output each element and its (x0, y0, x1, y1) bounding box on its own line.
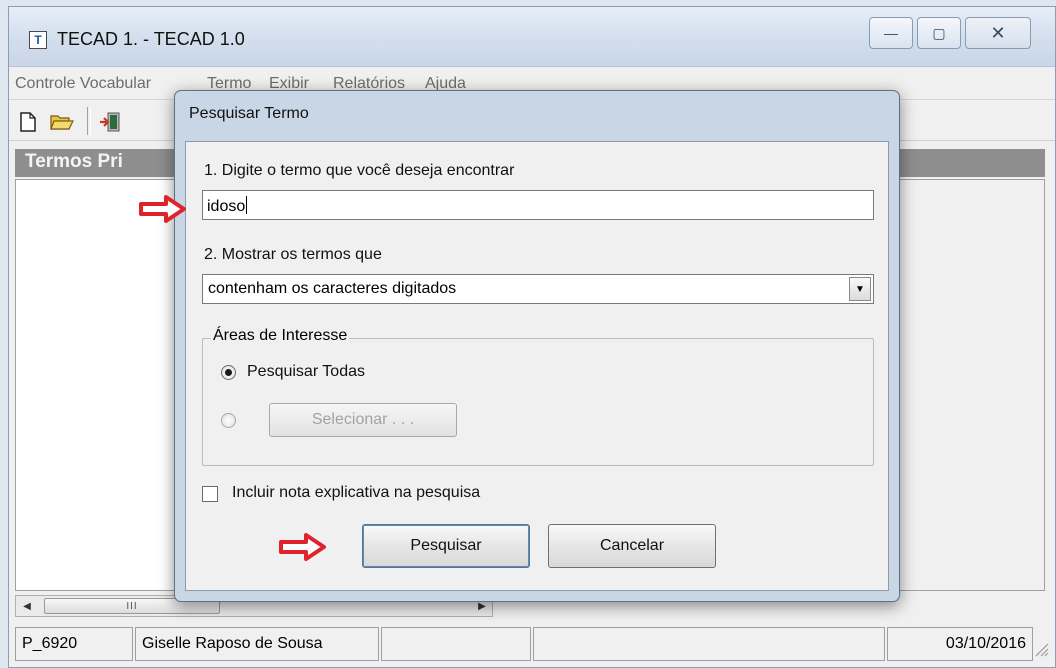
search-term-value: idoso (207, 198, 246, 215)
toolbar-separator (87, 107, 91, 135)
areas-group: Áreas de Interesse Pesquisar Todas Selec… (202, 327, 874, 466)
radio-select-areas[interactable] (221, 413, 236, 428)
dialog-title: Pesquisar Termo (189, 105, 309, 122)
select-areas-button[interactable]: Selecionar . . . (269, 403, 457, 437)
open-folder-icon (50, 115, 74, 130)
red-arrow-icon (279, 533, 326, 561)
dialog-body: 1. Digite o termo que você deseja encont… (185, 141, 889, 591)
step2-label: 2. Mostrar os termos que (204, 246, 382, 263)
maximize-button[interactable]: ▢ (917, 17, 961, 49)
radio-search-all-label[interactable]: Pesquisar Todas (247, 363, 365, 381)
radio-search-all[interactable] (221, 365, 236, 380)
include-note-checkbox[interactable] (202, 486, 218, 502)
red-arrow-icon (139, 195, 186, 223)
search-button[interactable]: Pesquisar (362, 524, 530, 568)
new-document-button[interactable] (15, 109, 41, 135)
areas-legend: Áreas de Interesse (211, 327, 350, 345)
scroll-left-icon[interactable]: ◀ (18, 598, 36, 614)
step1-label: 1. Digite o termo que você deseja encont… (204, 162, 515, 179)
chevron-down-icon[interactable]: ▼ (849, 277, 871, 301)
resize-grip-icon[interactable] (1033, 641, 1049, 657)
title-bar[interactable]: T TECAD 1. - TECAD 1.0 — ▢ ✕ (9, 7, 1055, 67)
new-document-icon (20, 112, 36, 132)
show-terms-select[interactable]: contenham os caracteres digitados ▼ (202, 274, 874, 304)
app-icon: T (29, 31, 47, 49)
search-term-input[interactable]: idoso (202, 190, 874, 220)
minimize-icon: — (884, 25, 898, 41)
open-button[interactable] (49, 109, 75, 135)
close-button[interactable]: ✕ (965, 17, 1031, 49)
include-note-label[interactable]: Incluir nota explicativa na pesquisa (232, 484, 480, 502)
show-terms-value: contenham os caracteres digitados (208, 280, 457, 297)
status-bar: P_6920 Giselle Raposo de Sousa 03/10/201… (15, 627, 1049, 661)
maximize-icon: ▢ (932, 24, 946, 41)
status-user-name: Giselle Raposo de Sousa (135, 627, 379, 661)
status-cell-3 (381, 627, 531, 661)
menu-controle-vocabular[interactable]: Controle Vocabular (15, 75, 151, 93)
text-caret (246, 196, 248, 214)
exit-door-icon (100, 112, 120, 132)
minimize-button[interactable]: — (869, 17, 913, 49)
status-cell-4 (533, 627, 885, 661)
status-user-code: P_6920 (15, 627, 133, 661)
window-title: TECAD 1. - TECAD 1.0 (57, 29, 245, 49)
exit-button[interactable] (97, 109, 123, 135)
cancel-button[interactable]: Cancelar (548, 524, 716, 568)
search-term-dialog: Pesquisar Termo 1. Digite o termo que vo… (174, 90, 900, 602)
status-date: 03/10/2016 (887, 627, 1033, 661)
close-icon: ✕ (990, 22, 1006, 43)
